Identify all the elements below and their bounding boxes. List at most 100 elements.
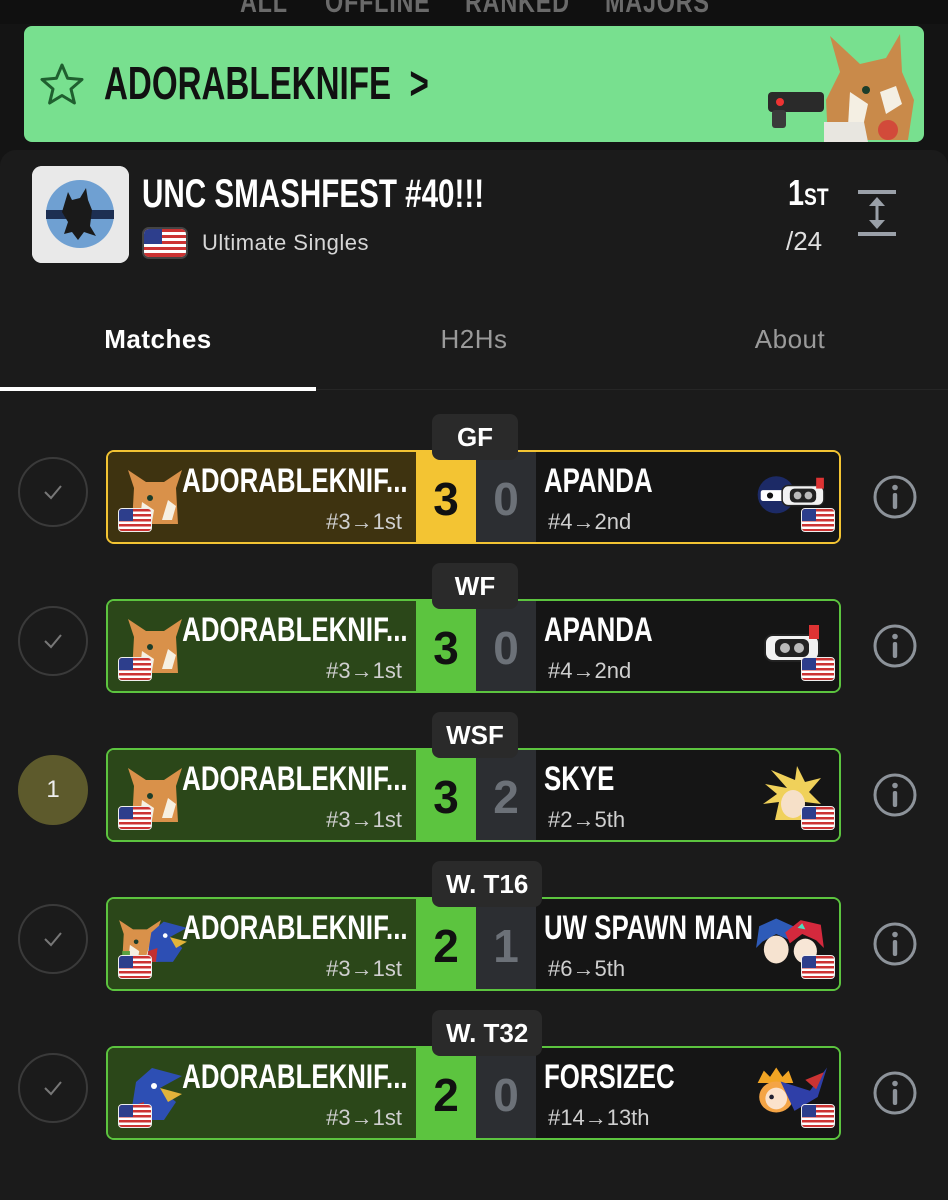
player-one-score: 2 (416, 1048, 476, 1138)
tab-about[interactable]: About (632, 324, 948, 355)
info-icon[interactable] (872, 474, 918, 520)
player-one-name: ADORABLEKNIF... (182, 611, 408, 649)
player-two-seed: #4→2nd (548, 509, 632, 534)
tournament-card: UNC SMASHFEST #40!!! Ultimate Singles 1S… (0, 150, 948, 1200)
match-row[interactable]: WSF 1 ADORABLEKNIF... #3→1st 3 2 SKYE #2→5th (0, 698, 948, 846)
tournament-logo (32, 166, 129, 263)
player-banner[interactable]: ADORABLEKNIFE > (24, 26, 924, 142)
player-two-name: SKYE (544, 760, 615, 798)
match-row[interactable]: W. T16 ADORABLEKNIF... #3→1st 2 1 UW SPAWN MA… (0, 847, 948, 995)
player-one-seed: #3→1st (326, 509, 402, 534)
player-one[interactable]: ADORABLEKNIF... #3→1st (108, 899, 416, 989)
top-nav-offline[interactable]: OFFLINE (325, 0, 431, 20)
match-row[interactable]: GF ADORABLEKNIF... #3→1st 3 0 APANDA #4→2nd (0, 400, 948, 548)
match-scoreboard[interactable]: ADORABLEKNIF... #3→1st 3 0 APANDA #4→2nd (106, 599, 841, 693)
info-icon[interactable] (872, 921, 918, 967)
player-one-seed: #3→1st (326, 956, 402, 981)
us-flag-icon (801, 1104, 835, 1128)
tab-h2hs[interactable]: H2Hs (316, 324, 632, 355)
player-two-score: 2 (476, 750, 536, 840)
player-two-seed: #14→13th (548, 1105, 650, 1130)
star-icon[interactable] (40, 62, 84, 106)
round-label: WF (432, 563, 518, 609)
top-nav-ranked[interactable]: RANKED (465, 0, 570, 20)
player-two-name: APANDA (544, 611, 653, 649)
us-flag-icon (801, 657, 835, 681)
us-flag-icon (118, 508, 152, 532)
check-icon (18, 457, 88, 527)
round-label: WSF (432, 712, 518, 758)
player-two[interactable]: SKYE #2→5th (536, 750, 839, 840)
player-two-name: FORSIZEC (544, 1058, 675, 1096)
player-one-score: 3 (416, 601, 476, 691)
player-one[interactable]: ADORABLEKNIF... #3→1st (108, 750, 416, 840)
check-icon (18, 606, 88, 676)
player-two-seed: #4→2nd (548, 658, 632, 683)
player-one-name: ADORABLEKNIF... (182, 760, 408, 798)
match-scoreboard[interactable]: ADORABLEKNIF... #3→1st 2 0 FORSIZEC #14→13th (106, 1046, 841, 1140)
info-icon[interactable] (872, 772, 918, 818)
player-two-name: UW SPAWN MAN (544, 909, 754, 947)
fox-icon (768, 34, 914, 142)
match-row[interactable]: W. T32 ADORABLEKNIF... #3→1st 2 0 FORSIZEC #14… (0, 996, 948, 1144)
player-one[interactable]: ADORABLEKNIF... #3→1st (108, 1048, 416, 1138)
match-row[interactable]: WF ADORABLEKNIF... #3→1st 3 0 APANDA #4→2nd (0, 549, 948, 697)
player-one-name: ADORABLEKNIF... (182, 909, 408, 947)
player-one[interactable]: ADORABLEKNIF... #3→1st (108, 601, 416, 691)
tab-matches[interactable]: Matches (0, 324, 316, 355)
expand-icon[interactable] (856, 188, 898, 238)
info-icon[interactable] (872, 623, 918, 669)
us-flag-icon (118, 955, 152, 979)
player-two-score: 1 (476, 899, 536, 989)
us-flag-icon (118, 806, 152, 830)
round-label: GF (432, 414, 518, 460)
player-one-seed: #3→1st (326, 1105, 402, 1130)
player-two-score: 0 (476, 601, 536, 691)
top-nav: ALL OFFLINE RANKED MAJORS (0, 0, 948, 24)
match-scoreboard[interactable]: ADORABLEKNIF... #3→1st 3 2 SKYE #2→5th (106, 748, 841, 842)
us-flag-icon (801, 806, 835, 830)
player-two[interactable]: FORSIZEC #14→13th (536, 1048, 839, 1138)
info-icon[interactable] (872, 1070, 918, 1116)
player-one-score: 2 (416, 899, 476, 989)
player-one-name: ADORABLEKNIF... (182, 462, 408, 500)
tournament-logo-image (32, 166, 129, 263)
active-tab-indicator (0, 387, 316, 391)
player-two-seed: #2→5th (548, 807, 626, 832)
player-two-score: 0 (476, 1048, 536, 1138)
player-one-score: 3 (416, 750, 476, 840)
player-one-seed: #3→1st (326, 807, 402, 832)
round-label: W. T32 (432, 1010, 543, 1056)
placement: 1ST (788, 172, 829, 213)
player-two[interactable]: APANDA #4→2nd (536, 452, 839, 542)
event-name: Ultimate Singles (202, 230, 369, 255)
top-nav-all[interactable]: ALL (240, 0, 288, 20)
player-two-score: 0 (476, 452, 536, 542)
match-scoreboard[interactable]: ADORABLEKNIF... #3→1st 2 1 UW SPAWN MAN #6→5t… (106, 897, 841, 991)
top-nav-majors[interactable]: MAJORS (605, 0, 710, 20)
tab-bar: Matches H2Hs About (0, 310, 948, 391)
match-scoreboard[interactable]: ADORABLEKNIF... #3→1st 3 0 APANDA #4→2nd (106, 450, 841, 544)
us-flag-icon (801, 955, 835, 979)
player-one-name: ADORABLEKNIF... (182, 1058, 408, 1096)
check-icon (18, 1053, 88, 1123)
check-icon (18, 904, 88, 974)
player-two-seed: #6→5th (548, 956, 626, 981)
player-name[interactable]: ADORABLEKNIFE > (104, 56, 429, 110)
player-two[interactable]: UW SPAWN MAN #6→5th (536, 899, 839, 989)
chevron-right-icon: > (409, 57, 429, 109)
tournament-subtitle: Ultimate Singles (142, 226, 369, 260)
player-two-name: APANDA (544, 462, 653, 500)
player-one-seed: #3→1st (326, 658, 402, 683)
player-one-score: 3 (416, 452, 476, 542)
tournament-title[interactable]: UNC SMASHFEST #40!!! (142, 172, 484, 217)
seed-badge: 1 (18, 755, 88, 825)
us-flag-icon (118, 657, 152, 681)
entrant-count: /24 (786, 226, 823, 256)
player-two[interactable]: APANDA #4→2nd (536, 601, 839, 691)
us-flag-icon (801, 508, 835, 532)
us-flag-icon (118, 1104, 152, 1128)
us-flag-icon (142, 227, 188, 259)
player-one[interactable]: ADORABLEKNIF... #3→1st (108, 452, 416, 542)
round-label: W. T16 (432, 861, 543, 907)
